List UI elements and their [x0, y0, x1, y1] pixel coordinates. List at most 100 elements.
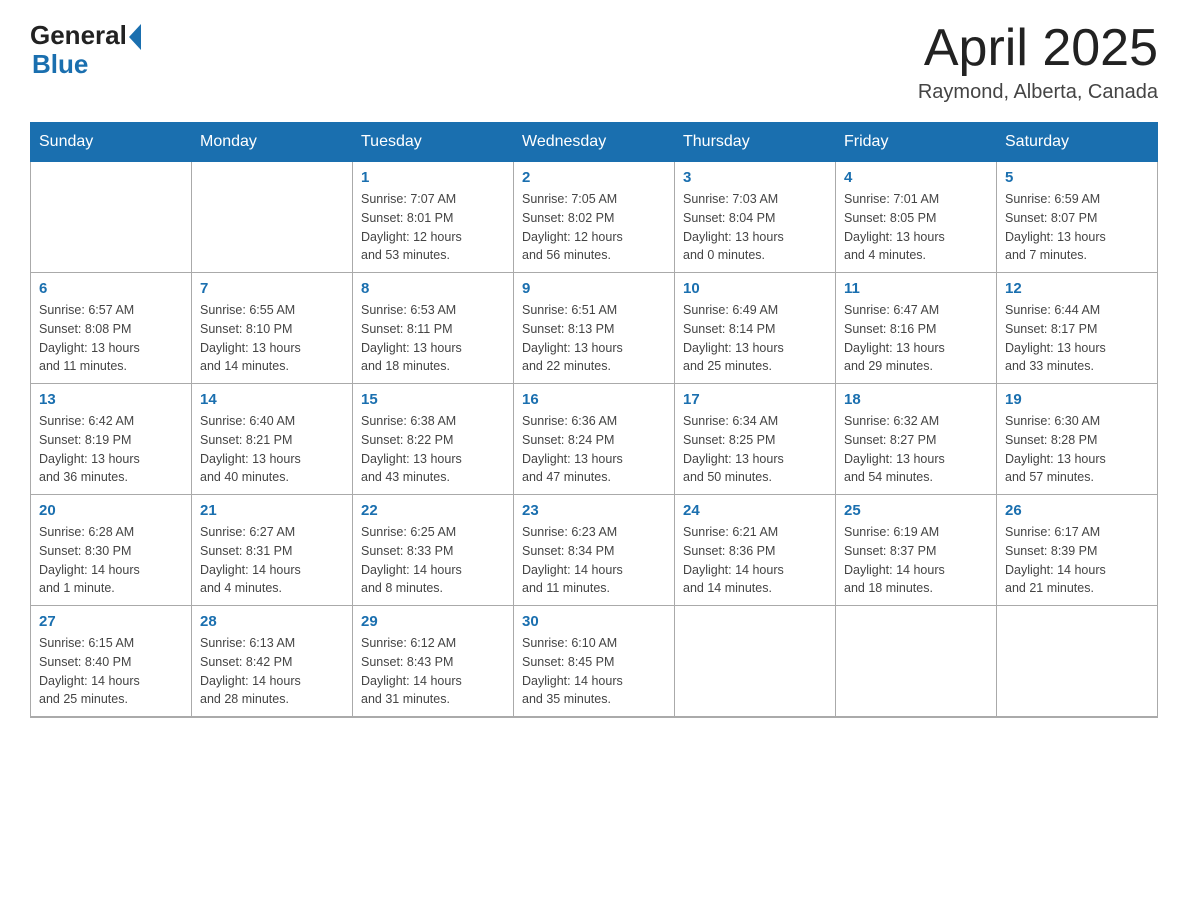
day-info: Sunrise: 6:10 AM Sunset: 8:45 PM Dayligh…: [522, 634, 666, 709]
day-number: 25: [844, 502, 988, 519]
day-info: Sunrise: 6:47 AM Sunset: 8:16 PM Dayligh…: [844, 301, 988, 376]
day-cell: [836, 606, 997, 718]
day-number: 27: [39, 613, 183, 630]
day-info: Sunrise: 6:32 AM Sunset: 8:27 PM Dayligh…: [844, 412, 988, 487]
page-header: General Blue April 2025 Raymond, Alberta…: [30, 20, 1158, 104]
day-cell: 1Sunrise: 7:07 AM Sunset: 8:01 PM Daylig…: [353, 162, 514, 273]
header-cell-wednesday: Wednesday: [514, 123, 675, 162]
day-number: 3: [683, 169, 827, 186]
day-cell: 22Sunrise: 6:25 AM Sunset: 8:33 PM Dayli…: [353, 495, 514, 606]
day-info: Sunrise: 6:55 AM Sunset: 8:10 PM Dayligh…: [200, 301, 344, 376]
day-info: Sunrise: 7:01 AM Sunset: 8:05 PM Dayligh…: [844, 190, 988, 265]
day-number: 16: [522, 391, 666, 408]
day-info: Sunrise: 6:30 AM Sunset: 8:28 PM Dayligh…: [1005, 412, 1149, 487]
day-cell: [675, 606, 836, 718]
day-number: 4: [844, 169, 988, 186]
day-cell: 7 Sunrise: 6:55 AM Sunset: 8:10 PM Daylig…: [192, 273, 353, 384]
day-info: Sunrise: 6:17 AM Sunset: 8:39 PM Dayligh…: [1005, 523, 1149, 598]
day-cell: 9Sunrise: 6:51 AM Sunset: 8:13 PM Daylig…: [514, 273, 675, 384]
week-row: 1Sunrise: 7:07 AM Sunset: 8:01 PM Daylig…: [31, 162, 1158, 273]
day-info: Sunrise: 6:49 AM Sunset: 8:14 PM Dayligh…: [683, 301, 827, 376]
day-cell: 15 Sunrise: 6:38 AM Sunset: 8:22 PM Dayli…: [353, 384, 514, 495]
week-row: 20 Sunrise: 6:28 AM Sunset: 8:30 PM Dayli…: [31, 495, 1158, 606]
day-cell: 25Sunrise: 6:19 AM Sunset: 8:37 PM Dayli…: [836, 495, 997, 606]
day-cell: 5 Sunrise: 6:59 AM Sunset: 8:07 PM Daylig…: [997, 162, 1158, 273]
calendar-table: SundayMondayTuesdayWednesdayThursdayFrid…: [30, 122, 1158, 718]
day-number: 5: [1005, 169, 1149, 186]
day-cell: 23 Sunrise: 6:23 AM Sunset: 8:34 PM Dayli…: [514, 495, 675, 606]
day-cell: 20 Sunrise: 6:28 AM Sunset: 8:30 PM Dayli…: [31, 495, 192, 606]
day-number: 6: [39, 280, 183, 297]
day-info: Sunrise: 6:23 AM Sunset: 8:34 PM Dayligh…: [522, 523, 666, 598]
day-number: 11: [844, 280, 988, 297]
logo-general-text: General: [30, 20, 127, 51]
day-cell: 16 Sunrise: 6:36 AM Sunset: 8:24 PM Dayli…: [514, 384, 675, 495]
day-info: Sunrise: 6:36 AM Sunset: 8:24 PM Dayligh…: [522, 412, 666, 487]
day-cell: [997, 606, 1158, 718]
day-number: 1: [361, 169, 505, 186]
day-number: 20: [39, 502, 183, 519]
day-cell: 12 Sunrise: 6:44 AM Sunset: 8:17 PM Dayli…: [997, 273, 1158, 384]
calendar-subtitle: Raymond, Alberta, Canada: [918, 81, 1158, 104]
header-cell-monday: Monday: [192, 123, 353, 162]
day-cell: 4 Sunrise: 7:01 AM Sunset: 8:05 PM Daylig…: [836, 162, 997, 273]
day-cell: 28 Sunrise: 6:13 AM Sunset: 8:42 PM Dayli…: [192, 606, 353, 718]
day-info: Sunrise: 6:15 AM Sunset: 8:40 PM Dayligh…: [39, 634, 183, 709]
header-cell-saturday: Saturday: [997, 123, 1158, 162]
day-cell: 2 Sunrise: 7:05 AM Sunset: 8:02 PM Daylig…: [514, 162, 675, 273]
day-number: 14: [200, 391, 344, 408]
calendar-header: SundayMondayTuesdayWednesdayThursdayFrid…: [31, 123, 1158, 162]
week-row: 13Sunrise: 6:42 AM Sunset: 8:19 PM Dayli…: [31, 384, 1158, 495]
day-number: 7: [200, 280, 344, 297]
logo-triangle-down: [129, 37, 141, 50]
header-cell-thursday: Thursday: [675, 123, 836, 162]
day-number: 15: [361, 391, 505, 408]
header-row: SundayMondayTuesdayWednesdayThursdayFrid…: [31, 123, 1158, 162]
day-info: Sunrise: 6:13 AM Sunset: 8:42 PM Dayligh…: [200, 634, 344, 709]
header-cell-sunday: Sunday: [31, 123, 192, 162]
day-info: Sunrise: 7:05 AM Sunset: 8:02 PM Dayligh…: [522, 190, 666, 265]
day-number: 23: [522, 502, 666, 519]
header-cell-tuesday: Tuesday: [353, 123, 514, 162]
day-cell: 10 Sunrise: 6:49 AM Sunset: 8:14 PM Dayli…: [675, 273, 836, 384]
day-number: 28: [200, 613, 344, 630]
day-number: 19: [1005, 391, 1149, 408]
day-info: Sunrise: 6:28 AM Sunset: 8:30 PM Dayligh…: [39, 523, 183, 598]
logo-icon: [129, 24, 141, 50]
day-number: 2: [522, 169, 666, 186]
day-number: 9: [522, 280, 666, 297]
day-cell: 24 Sunrise: 6:21 AM Sunset: 8:36 PM Dayli…: [675, 495, 836, 606]
day-cell: [31, 162, 192, 273]
week-row: 6 Sunrise: 6:57 AM Sunset: 8:08 PM Daylig…: [31, 273, 1158, 384]
day-info: Sunrise: 6:34 AM Sunset: 8:25 PM Dayligh…: [683, 412, 827, 487]
day-cell: 27 Sunrise: 6:15 AM Sunset: 8:40 PM Dayli…: [31, 606, 192, 718]
day-info: Sunrise: 6:12 AM Sunset: 8:43 PM Dayligh…: [361, 634, 505, 709]
day-info: Sunrise: 6:38 AM Sunset: 8:22 PM Dayligh…: [361, 412, 505, 487]
logo: General Blue: [30, 20, 143, 80]
day-cell: 13Sunrise: 6:42 AM Sunset: 8:19 PM Dayli…: [31, 384, 192, 495]
day-cell: 29 Sunrise: 6:12 AM Sunset: 8:43 PM Dayli…: [353, 606, 514, 718]
calendar-title: April 2025: [918, 20, 1158, 77]
day-number: 24: [683, 502, 827, 519]
day-number: 10: [683, 280, 827, 297]
day-number: 12: [1005, 280, 1149, 297]
day-number: 17: [683, 391, 827, 408]
week-row: 27 Sunrise: 6:15 AM Sunset: 8:40 PM Dayli…: [31, 606, 1158, 718]
day-info: Sunrise: 6:42 AM Sunset: 8:19 PM Dayligh…: [39, 412, 183, 487]
day-number: 8: [361, 280, 505, 297]
day-info: Sunrise: 6:59 AM Sunset: 8:07 PM Dayligh…: [1005, 190, 1149, 265]
day-info: Sunrise: 6:44 AM Sunset: 8:17 PM Dayligh…: [1005, 301, 1149, 376]
day-cell: 19 Sunrise: 6:30 AM Sunset: 8:28 PM Dayli…: [997, 384, 1158, 495]
logo-triangle-up: [129, 24, 141, 37]
day-cell: 30Sunrise: 6:10 AM Sunset: 8:45 PM Dayli…: [514, 606, 675, 718]
day-cell: 11 Sunrise: 6:47 AM Sunset: 8:16 PM Dayli…: [836, 273, 997, 384]
day-number: 29: [361, 613, 505, 630]
day-number: 26: [1005, 502, 1149, 519]
day-info: Sunrise: 6:57 AM Sunset: 8:08 PM Dayligh…: [39, 301, 183, 376]
day-cell: 6 Sunrise: 6:57 AM Sunset: 8:08 PM Daylig…: [31, 273, 192, 384]
day-cell: 18 Sunrise: 6:32 AM Sunset: 8:27 PM Dayli…: [836, 384, 997, 495]
day-info: Sunrise: 6:21 AM Sunset: 8:36 PM Dayligh…: [683, 523, 827, 598]
day-info: Sunrise: 6:53 AM Sunset: 8:11 PM Dayligh…: [361, 301, 505, 376]
day-number: 18: [844, 391, 988, 408]
day-cell: 21Sunrise: 6:27 AM Sunset: 8:31 PM Dayli…: [192, 495, 353, 606]
